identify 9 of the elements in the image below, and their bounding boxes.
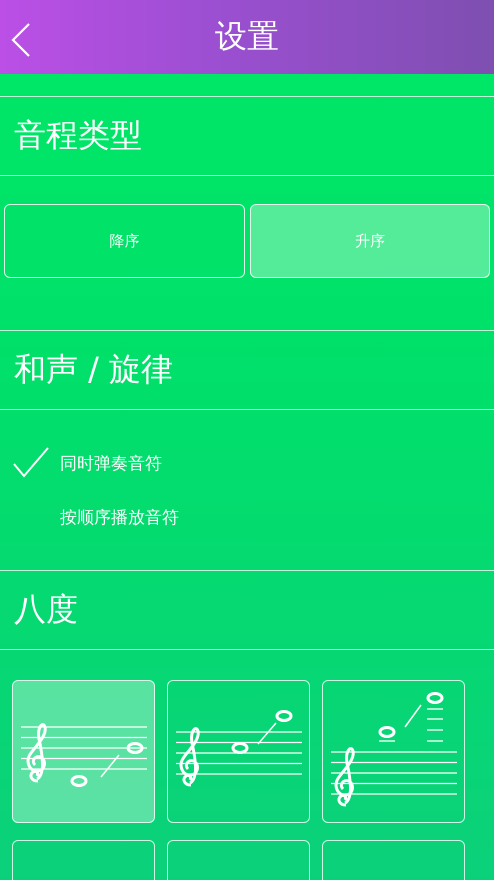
section-title: 音程类型 (0, 97, 494, 176)
segment-button[interactable]: 降序 (4, 204, 244, 278)
option-label[interactable]: 同时弹奏音符 (60, 452, 162, 474)
section-title: 八度 (0, 571, 494, 650)
option-label[interactable]: 按顺序播放音符 (60, 506, 179, 528)
segment-button[interactable]: 升序 (250, 204, 490, 278)
page-title: 设置 (215, 16, 279, 57)
back-icon[interactable] (10, 22, 32, 58)
section-title: 和声 / 旋律 (0, 331, 494, 410)
